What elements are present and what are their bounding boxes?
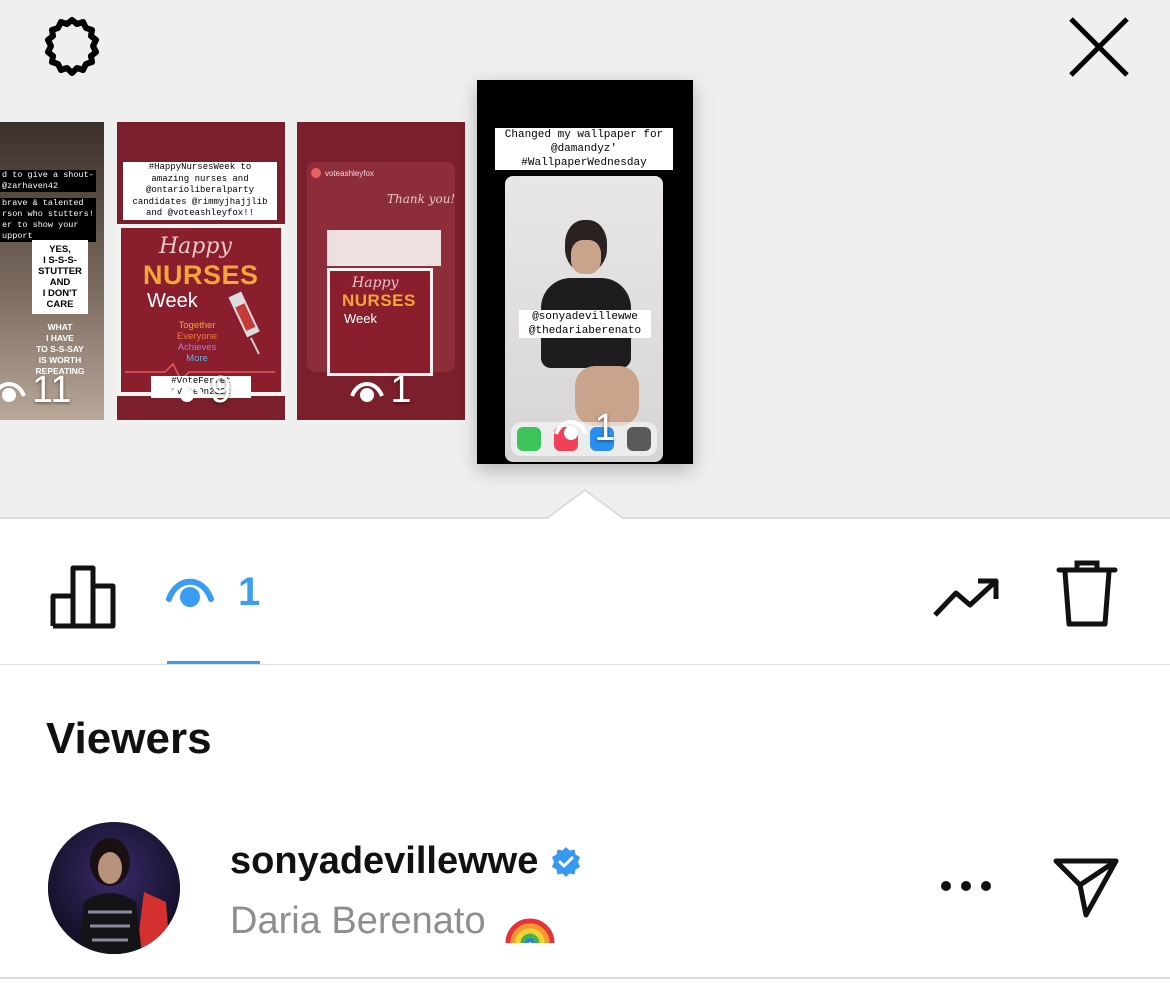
story-thumbnail[interactable]: #HappyNursesWeek to amazing nurses and @… bbox=[117, 122, 285, 420]
full-name-text: Daria Berenato bbox=[230, 899, 486, 942]
more-icon bbox=[941, 881, 991, 891]
tab-divider bbox=[0, 664, 1170, 665]
avatar-icon bbox=[311, 168, 321, 178]
eye-icon bbox=[166, 578, 214, 607]
send-icon bbox=[1053, 858, 1119, 918]
eye-icon bbox=[170, 381, 205, 402]
avatar[interactable] bbox=[48, 822, 180, 954]
username-text: sonyadevillewwe bbox=[230, 840, 539, 882]
story-view-count: 1 bbox=[297, 369, 465, 412]
syringe-icon bbox=[228, 291, 260, 355]
story-thumbnail[interactable]: voteashleyfox Thank you! Happy NURSES We… bbox=[297, 122, 465, 420]
nurses-week-graphic: Happy NURSES Week bbox=[327, 268, 433, 376]
rainbow-emoji bbox=[505, 918, 555, 944]
delete-button[interactable] bbox=[1050, 556, 1124, 632]
story-text: d to give a shout- @zarhaven42 bbox=[0, 170, 96, 192]
selected-pointer bbox=[546, 488, 624, 522]
story-thumbnail-selected[interactable]: Changed my wallpaper for @damandyz' #Wal… bbox=[477, 80, 693, 464]
verified-badge-icon bbox=[552, 846, 581, 877]
gear-icon bbox=[45, 17, 99, 76]
eye-icon bbox=[350, 381, 385, 402]
story-tags: @sonyadevillewwe @thedariaberenato bbox=[519, 310, 651, 338]
story-text bbox=[327, 230, 441, 266]
viewers-heading: Viewers bbox=[46, 714, 212, 763]
stutter-card: YES, I S-S-S- STUTTER AND I DON'T CARE bbox=[32, 240, 88, 314]
eye-icon bbox=[0, 381, 26, 402]
story-view-count: 1 bbox=[477, 407, 693, 450]
insights-tab[interactable] bbox=[44, 556, 122, 634]
story-text: #HappyNursesWeek to amazing nurses and @… bbox=[123, 162, 277, 220]
eye-icon bbox=[554, 419, 589, 440]
trending-up-icon bbox=[933, 578, 999, 617]
trash-icon bbox=[1056, 560, 1118, 627]
story-view-count: 9 bbox=[117, 369, 285, 412]
viewers-tab[interactable]: 1 bbox=[166, 570, 260, 615]
thanks-text: Thank you! bbox=[387, 192, 456, 206]
viewers-count: 1 bbox=[238, 570, 261, 614]
viewer-username[interactable]: sonyadevillewwe bbox=[230, 840, 582, 883]
story-text: brave & talented rson who stutters! er t… bbox=[0, 198, 96, 242]
row-divider bbox=[0, 977, 1170, 979]
story-thumbnail[interactable]: d to give a shout- @zarhaven42 brave & t… bbox=[0, 122, 104, 420]
send-message-button[interactable] bbox=[1048, 852, 1124, 922]
settings-button[interactable] bbox=[36, 12, 108, 84]
more-options-button[interactable] bbox=[936, 866, 996, 906]
promote-button[interactable] bbox=[928, 566, 1006, 626]
close-button[interactable] bbox=[1064, 12, 1134, 82]
account-row: voteashleyfox bbox=[311, 168, 374, 178]
story-view-count: 11 bbox=[0, 369, 104, 412]
tagline: Together Everyone Achieves More bbox=[176, 320, 218, 364]
close-icon bbox=[1069, 17, 1129, 77]
profile-photo bbox=[48, 822, 180, 954]
viewer-full-name: Daria Berenato bbox=[230, 895, 558, 947]
story-caption: Changed my wallpaper for @damandyz' #Wal… bbox=[495, 128, 673, 170]
bar-chart-icon bbox=[50, 565, 116, 629]
